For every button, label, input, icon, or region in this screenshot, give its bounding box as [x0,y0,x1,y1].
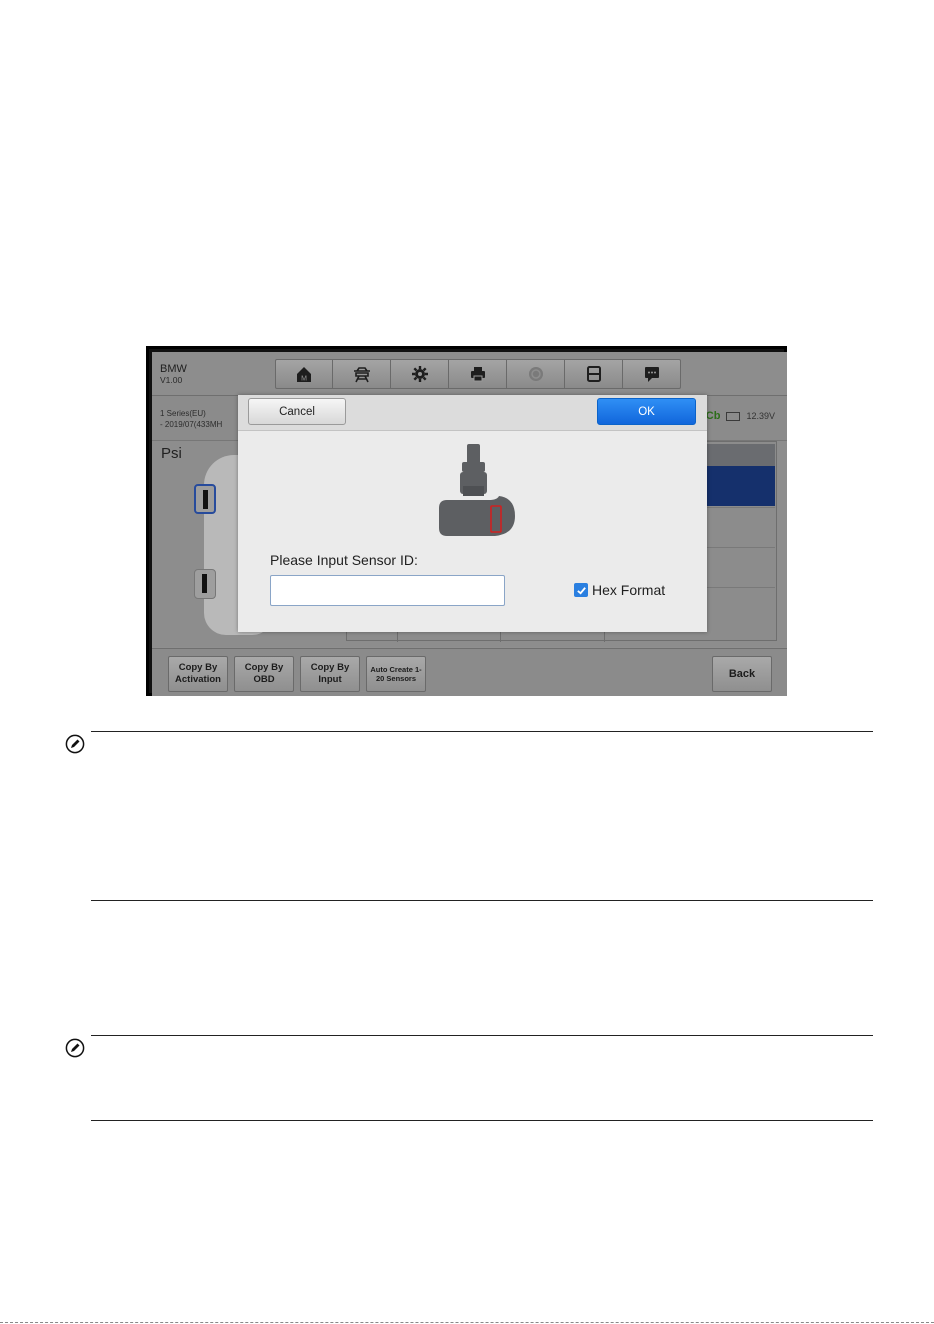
sensor-id-dialog: Cancel OK Please Input Sensor ID: Hex Fo… [238,395,707,632]
copy-by-input-button[interactable]: Copy By Input [300,656,360,692]
toolbar: M [275,359,681,389]
table-divider [397,632,398,642]
printer-icon [470,367,485,382]
tire-front-left[interactable] [194,484,216,514]
auto-create-sensors-button[interactable]: Auto Create 1-20 Sensors [366,656,426,692]
dialog-header: Cancel OK [238,395,707,431]
hex-format-checkbox[interactable] [574,583,588,597]
brand-name: BMW [160,363,187,375]
message-icon [644,367,659,382]
note-top-rule [91,731,873,732]
home-letter: M [301,376,307,383]
table-divider [500,632,501,642]
gear-icon [411,366,428,382]
note-bottom-rule [91,1120,873,1121]
vehicle-model: 1 Series(EU) [160,409,206,418]
sensor-id-input[interactable] [270,575,505,606]
sensor-id-prompt: Please Input Sensor ID: [270,552,418,568]
copy-by-obd-button[interactable]: Copy By OBD [234,656,294,692]
ok-button[interactable]: OK [597,398,696,425]
vehicle-lift-icon [353,367,370,383]
battery-voltage: 12.39V [746,411,775,421]
vehicle-info: 1 Series(EU) - 2019/07(433MH [160,408,222,430]
vehicle-date: - 2019/07(433MH [160,420,223,429]
back-button[interactable]: Back [712,656,772,692]
tire-rear-left[interactable] [194,569,216,599]
help-button[interactable] [507,359,565,389]
table-divider [604,632,605,642]
check-icon [576,586,586,595]
software-version: V1.00 [160,375,183,385]
brand-block: BMW V1.00 [160,364,187,386]
top-bar: BMW V1.00 M [152,352,787,396]
page-footer-line [0,1322,934,1323]
save-button[interactable] [565,359,623,389]
vehicle-menu-button[interactable] [333,359,391,389]
home-icon: M [297,367,311,383]
help-icon [528,367,543,381]
device-screenshot: BMW V1.00 M 1 Series(EU) - 2019/07(433MH… [146,346,787,696]
pressure-unit: Psi [161,445,182,462]
note-top-rule [91,1035,873,1036]
tablet-screen: BMW V1.00 M 1 Series(EU) - 2019/07(433MH… [152,352,787,696]
status-area: Cb 12.39V [706,410,775,422]
tpms-sensor-image [439,444,515,536]
hex-format-label: Hex Format [592,582,666,598]
settings-button[interactable] [391,359,449,389]
home-button[interactable]: M [275,359,333,389]
messages-button[interactable] [623,359,681,389]
bottom-action-bar: Copy By Activation Copy By OBD Copy By I… [152,648,787,696]
note-pencil-icon [65,1038,85,1058]
note-pencil-icon [65,734,85,754]
save-icon [586,366,601,382]
copy-by-activation-button[interactable]: Copy By Activation [168,656,228,692]
print-button[interactable] [449,359,507,389]
vci-status: Cb [705,410,721,422]
note-bottom-rule [91,900,873,901]
hex-format-option[interactable]: Hex Format [574,582,665,598]
cancel-button[interactable]: Cancel [248,398,346,425]
battery-icon [726,411,741,421]
